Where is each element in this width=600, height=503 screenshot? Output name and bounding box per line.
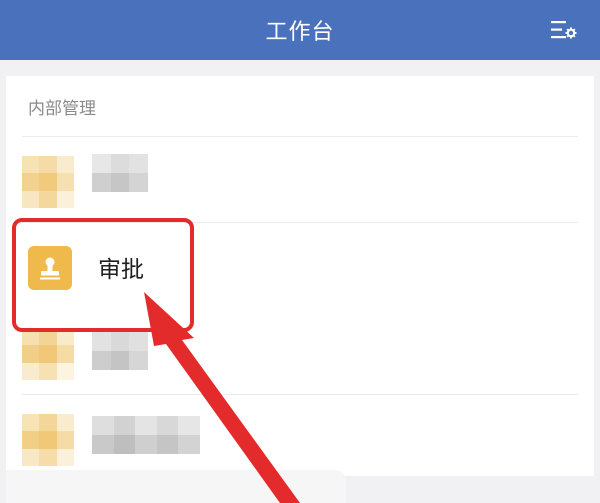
settings-list-icon	[551, 21, 577, 39]
divider	[22, 394, 578, 395]
workbench-page: 工作台 内部管理 审批	[0, 0, 600, 503]
blurred-label	[92, 416, 200, 454]
divider	[22, 136, 578, 137]
list-item[interactable]	[6, 396, 594, 476]
bottom-panel	[6, 470, 346, 503]
blurred-label	[92, 332, 148, 370]
list-item[interactable]	[6, 144, 594, 224]
approval-label: 审批	[98, 257, 144, 283]
settings-button[interactable]	[548, 14, 580, 46]
section-title: 内部管理	[28, 99, 96, 119]
blurred-app-icon	[22, 156, 74, 208]
blurred-app-icon	[22, 328, 74, 380]
list-item[interactable]	[6, 316, 594, 396]
approval-item[interactable]: 审批	[6, 224, 594, 304]
blurred-label	[92, 154, 148, 192]
page-title: 工作台	[265, 20, 335, 45]
divider	[22, 222, 578, 223]
blurred-app-icon	[22, 414, 74, 466]
app-header: 工作台	[0, 0, 600, 60]
internal-management-card: 内部管理 审批	[6, 76, 594, 476]
stamp-icon	[28, 246, 72, 290]
